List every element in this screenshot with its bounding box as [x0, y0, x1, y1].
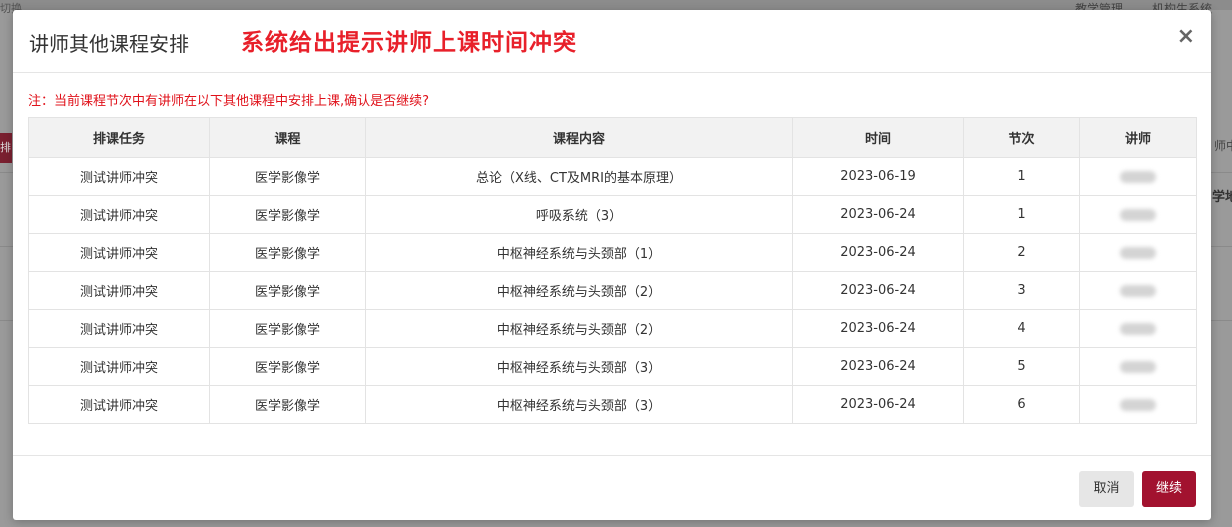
table-row: 测试讲师冲突 医学影像学 中枢神经系统与头颈部（2） 2023-06-24 3	[28, 271, 1197, 310]
cell-task: 测试讲师冲突	[28, 233, 210, 272]
background-text-fragment: 师中	[1214, 139, 1232, 153]
cell-course: 医学影像学	[209, 271, 366, 310]
blurred-lecturer-name	[1120, 170, 1156, 183]
cell-period: 5	[963, 347, 1080, 386]
table-row: 测试讲师冲突 医学影像学 中枢神经系统与头颈部（3） 2023-06-24 5	[28, 347, 1197, 386]
background-schedule-button: 排	[0, 133, 12, 163]
cell-lecturer-blurred	[1079, 157, 1197, 196]
modal-title: 讲师其他课程安排	[29, 32, 189, 56]
cell-lecturer-blurred	[1079, 347, 1197, 386]
cell-lecturer-blurred	[1079, 233, 1197, 272]
modal-footer: 取消 继续	[13, 455, 1211, 520]
table-row: 测试讲师冲突 医学影像学 呼吸系统（3） 2023-06-24 1	[28, 195, 1197, 234]
continue-button[interactable]: 继续	[1142, 471, 1196, 507]
background-divider	[1211, 320, 1232, 321]
column-header-course: 课程	[209, 117, 366, 158]
cell-course: 医学影像学	[209, 347, 366, 386]
table-row: 测试讲师冲突 医学影像学 中枢神经系统与头颈部（1） 2023-06-24 2	[28, 233, 1197, 272]
blurred-lecturer-name	[1120, 360, 1156, 373]
cell-task: 测试讲师冲突	[28, 195, 210, 234]
table-row: 测试讲师冲突 医学影像学 总论（X线、CT及MRI的基本原理） 2023-06-…	[28, 157, 1197, 196]
blurred-lecturer-name	[1120, 246, 1156, 259]
background-topbar	[0, 0, 1232, 10]
background-divider	[0, 172, 13, 173]
cell-course: 医学影像学	[209, 195, 366, 234]
cell-period: 1	[963, 195, 1080, 234]
cell-date: 2023-06-24	[792, 309, 964, 348]
column-header-content: 课程内容	[365, 117, 793, 158]
background-divider	[1211, 246, 1232, 247]
cell-period: 1	[963, 157, 1080, 196]
conflict-warning: 注：当前课程节次中有讲师在以下其他课程中安排上课,确认是否继续?	[28, 94, 430, 109]
cancel-button[interactable]: 取消	[1079, 471, 1134, 507]
column-header-time: 时间	[792, 117, 964, 158]
cell-course: 医学影像学	[209, 309, 366, 348]
conflict-table: 排课任务 课程 课程内容 时间 节次 讲师 测试讲师冲突 医学影像学 总论（X线…	[28, 117, 1197, 424]
column-header-period: 节次	[963, 117, 1080, 158]
cell-task: 测试讲师冲突	[28, 271, 210, 310]
cell-lecturer-blurred	[1079, 271, 1197, 310]
table-row: 测试讲师冲突 医学影像学 中枢神经系统与头颈部（2） 2023-06-24 4	[28, 309, 1197, 348]
column-header-lecturer: 讲师	[1079, 117, 1197, 158]
background-divider	[0, 320, 13, 321]
cell-content: 中枢神经系统与头颈部（2）	[365, 309, 793, 348]
cell-date: 2023-06-24	[792, 233, 964, 272]
cell-content: 中枢神经系统与头颈部（1）	[365, 233, 793, 272]
cell-content: 中枢神经系统与头颈部（3）	[365, 385, 793, 424]
cell-content: 中枢神经系统与头颈部（3）	[365, 347, 793, 386]
cell-date: 2023-06-24	[792, 195, 964, 234]
annotation-overlay-note: 系统给出提示讲师上课时间冲突	[241, 30, 577, 56]
cell-lecturer-blurred	[1079, 309, 1197, 348]
column-header-task: 排课任务	[28, 117, 210, 158]
cell-date: 2023-06-19	[792, 157, 964, 196]
table-header-row: 排课任务 课程 课程内容 时间 节次 讲师	[28, 117, 1197, 158]
background-divider	[1211, 172, 1232, 173]
cell-course: 医学影像学	[209, 385, 366, 424]
cell-course: 医学影像学	[209, 233, 366, 272]
cell-content: 总论（X线、CT及MRI的基本原理）	[365, 157, 793, 196]
background-text-fragment: 学地	[1212, 190, 1232, 205]
cell-date: 2023-06-24	[792, 385, 964, 424]
cell-course: 医学影像学	[209, 157, 366, 196]
cell-date: 2023-06-24	[792, 271, 964, 310]
modal-header: 讲师其他课程安排 系统给出提示讲师上课时间冲突 ×	[13, 10, 1211, 73]
cell-period: 2	[963, 233, 1080, 272]
table-row: 测试讲师冲突 医学影像学 中枢神经系统与头颈部（3） 2023-06-24 6	[28, 385, 1197, 424]
cell-task: 测试讲师冲突	[28, 385, 210, 424]
cell-task: 测试讲师冲突	[28, 309, 210, 348]
blurred-lecturer-name	[1120, 208, 1156, 221]
background-divider	[0, 246, 13, 247]
cell-lecturer-blurred	[1079, 195, 1197, 234]
cell-period: 6	[963, 385, 1080, 424]
cell-task: 测试讲师冲突	[28, 157, 210, 196]
cell-task: 测试讲师冲突	[28, 347, 210, 386]
blurred-lecturer-name	[1120, 322, 1156, 335]
lecturer-schedule-modal: 讲师其他课程安排 系统给出提示讲师上课时间冲突 × 注：当前课程节次中有讲师在以…	[13, 10, 1211, 520]
cell-content: 呼吸系统（3）	[365, 195, 793, 234]
cell-content: 中枢神经系统与头颈部（2）	[365, 271, 793, 310]
blurred-lecturer-name	[1120, 398, 1156, 411]
cell-lecturer-blurred	[1079, 385, 1197, 424]
cell-period: 3	[963, 271, 1080, 310]
close-icon[interactable]: ×	[1177, 24, 1195, 49]
cell-date: 2023-06-24	[792, 347, 964, 386]
blurred-lecturer-name	[1120, 284, 1156, 297]
cell-period: 4	[963, 309, 1080, 348]
